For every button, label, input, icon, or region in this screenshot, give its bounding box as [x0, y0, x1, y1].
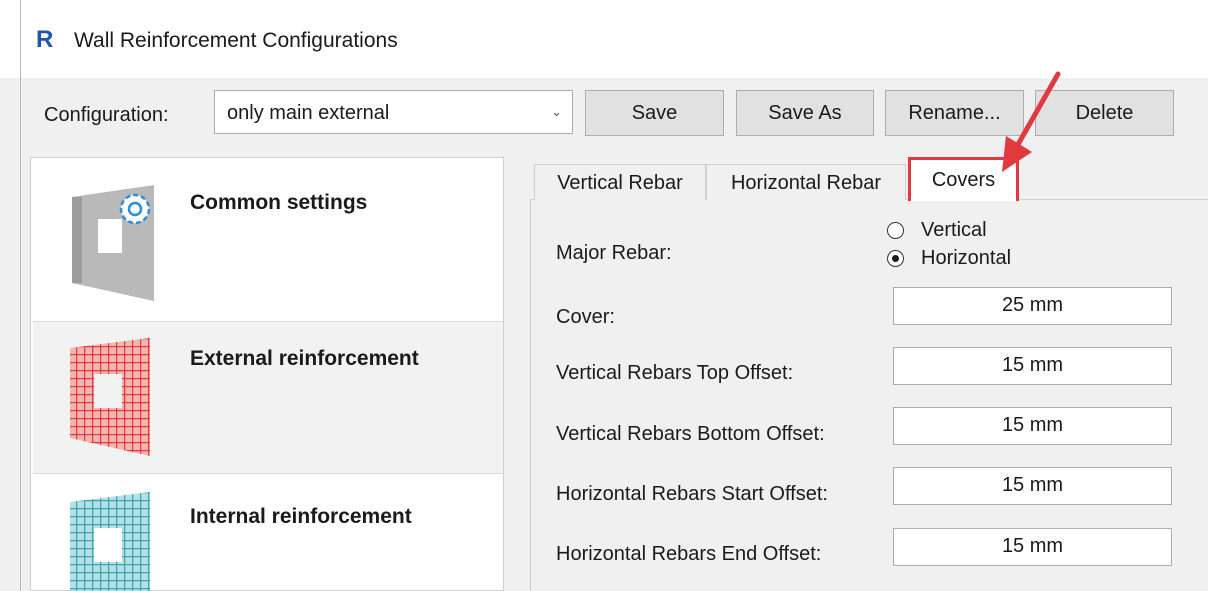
horizontal-end-offset-input[interactable]: 15 mm: [893, 528, 1172, 566]
save-as-button[interactable]: Save As: [736, 90, 874, 136]
window-title: Wall Reinforcement Configurations: [74, 29, 398, 52]
horizontal-end-offset-label: Horizontal Rebars End Offset:: [556, 543, 822, 565]
cover-label: Cover:: [556, 306, 615, 328]
save-button[interactable]: Save: [585, 90, 724, 136]
category-label-external-reinforcement[interactable]: External reinforcement: [190, 346, 419, 372]
radio-vertical-label[interactable]: Vertical: [921, 219, 987, 241]
category-label-internal-reinforcement[interactable]: Internal reinforcement: [190, 504, 412, 530]
vertical-bottom-offset-input[interactable]: 15 mm: [893, 407, 1172, 445]
horizontal-start-offset-input[interactable]: 15 mm: [893, 467, 1172, 505]
window-border: [20, 0, 21, 591]
major-rebar-label: Major Rebar:: [556, 242, 672, 264]
cover-input[interactable]: 25 mm: [893, 287, 1172, 325]
configuration-value: only main external: [227, 102, 390, 124]
horizontal-start-offset-label: Horizontal Rebars Start Offset:: [556, 483, 828, 505]
chevron-down-icon: ⌄: [551, 104, 562, 119]
vertical-top-offset-label: Vertical Rebars Top Offset:: [556, 362, 794, 384]
teal-mesh-wall-icon[interactable]: [68, 492, 158, 591]
revit-app-icon: R: [36, 26, 54, 53]
radio-vertical[interactable]: [887, 222, 904, 239]
configuration-dropdown[interactable]: only main external ⌄: [214, 90, 573, 134]
radio-horizontal-label[interactable]: Horizontal: [921, 247, 1011, 269]
radio-selected-dot: [892, 255, 899, 262]
configuration-label: Configuration:: [44, 104, 169, 126]
tab-horizontal-rebar[interactable]: Horizontal Rebar: [706, 164, 906, 200]
category-label-common-settings[interactable]: Common settings: [190, 190, 367, 216]
vertical-bottom-offset-label: Vertical Rebars Bottom Offset:: [556, 423, 825, 445]
background-window-edge: [0, 78, 22, 591]
annotation-arrow-icon: [990, 70, 1080, 180]
wall-gear-icon[interactable]: [68, 183, 168, 303]
radio-horizontal[interactable]: [887, 250, 904, 267]
vertical-top-offset-input[interactable]: 15 mm: [893, 347, 1172, 385]
red-mesh-wall-icon[interactable]: [68, 338, 158, 458]
tab-vertical-rebar[interactable]: Vertical Rebar: [534, 164, 706, 200]
